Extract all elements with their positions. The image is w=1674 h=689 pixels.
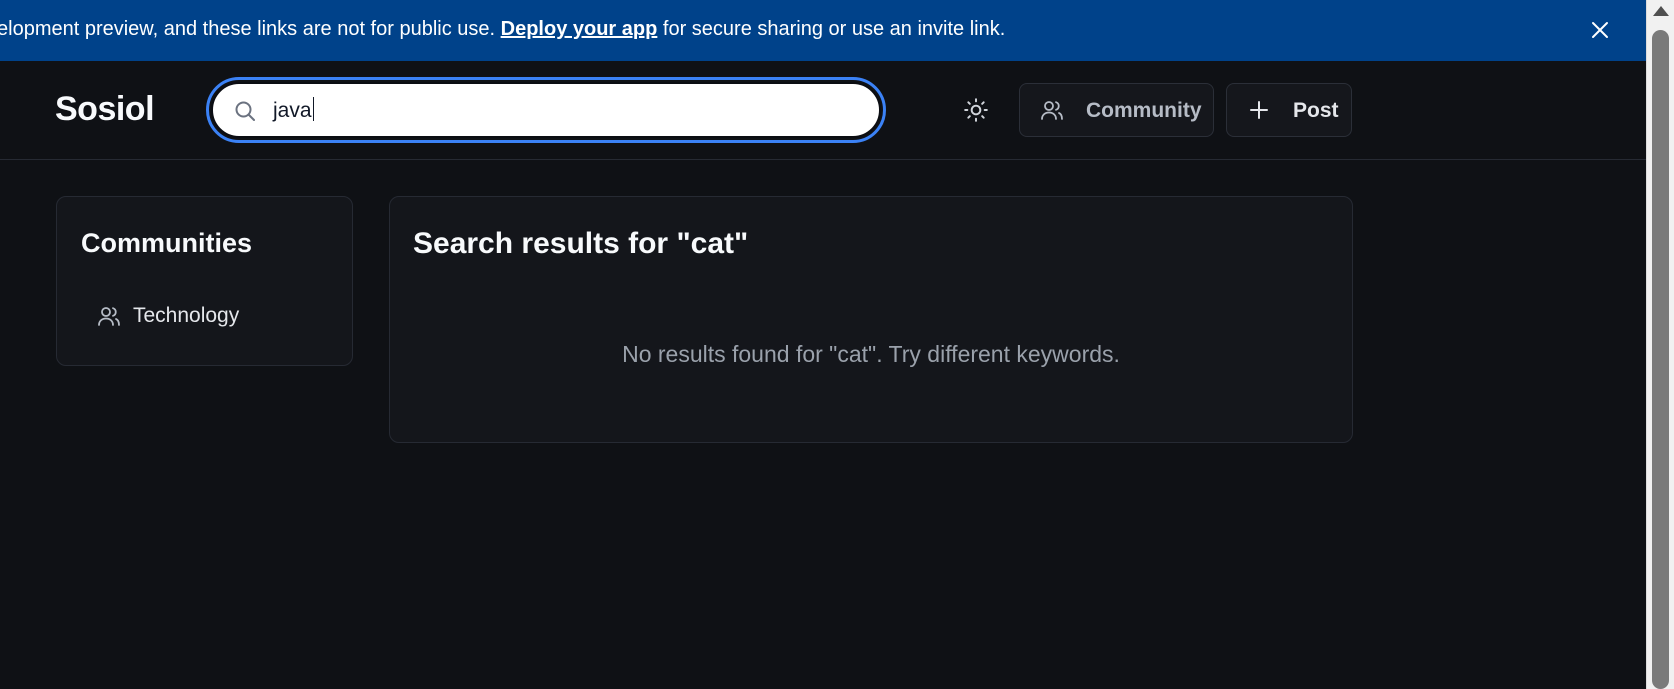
search-input-value: java (273, 97, 314, 122)
community-button[interactable]: Community (1019, 83, 1214, 137)
sidebar-title: Communities (81, 228, 253, 258)
search-input[interactable]: java (211, 82, 881, 138)
top-header: Sosiol java Community Post (0, 61, 1646, 160)
sun-icon (964, 98, 988, 122)
theme-toggle-button[interactable] (960, 94, 992, 126)
users-icon (1041, 101, 1063, 120)
post-button-label: Post (1293, 99, 1339, 122)
page: elopment preview, and these links are no… (0, 0, 1674, 689)
plus-icon (1250, 101, 1268, 119)
preview-banner: elopment preview, and these links are no… (0, 0, 1646, 61)
new-post-button[interactable]: Post (1226, 83, 1352, 137)
search-icon (235, 101, 255, 121)
empty-state-message: No results found for "cat". Try differen… (622, 341, 1120, 367)
results-heading: Search results for "cat" (413, 227, 749, 260)
search-results-panel: Search results for "cat" No results foun… (389, 196, 1353, 443)
community-button-label: Community (1086, 99, 1202, 122)
users-icon (98, 307, 120, 326)
sidebar-item-technology[interactable]: Technology (97, 301, 239, 331)
close-icon (1592, 22, 1608, 38)
page-scrollbar[interactable] (1646, 0, 1674, 689)
communities-sidebar: Communities Technology (56, 196, 353, 366)
banner-message: elopment preview, and these links are no… (0, 17, 1005, 41)
search-focus-ring: java (206, 77, 886, 143)
sidebar-item-label: Technology (133, 304, 240, 327)
banner-text-before: elopment preview, and these links are no… (0, 18, 496, 40)
scroll-up-arrow[interactable] (1653, 6, 1669, 16)
text-caret (312, 97, 314, 121)
banner-text-after: for secure sharing or use an invite link… (662, 18, 1006, 40)
site-logo[interactable]: Sosiol (55, 90, 155, 129)
deploy-app-link[interactable]: Deploy your app (501, 18, 658, 40)
content-area: elopment preview, and these links are no… (0, 0, 1646, 689)
banner-close-button[interactable] (1586, 16, 1614, 44)
scroll-thumb[interactable] (1652, 30, 1669, 689)
